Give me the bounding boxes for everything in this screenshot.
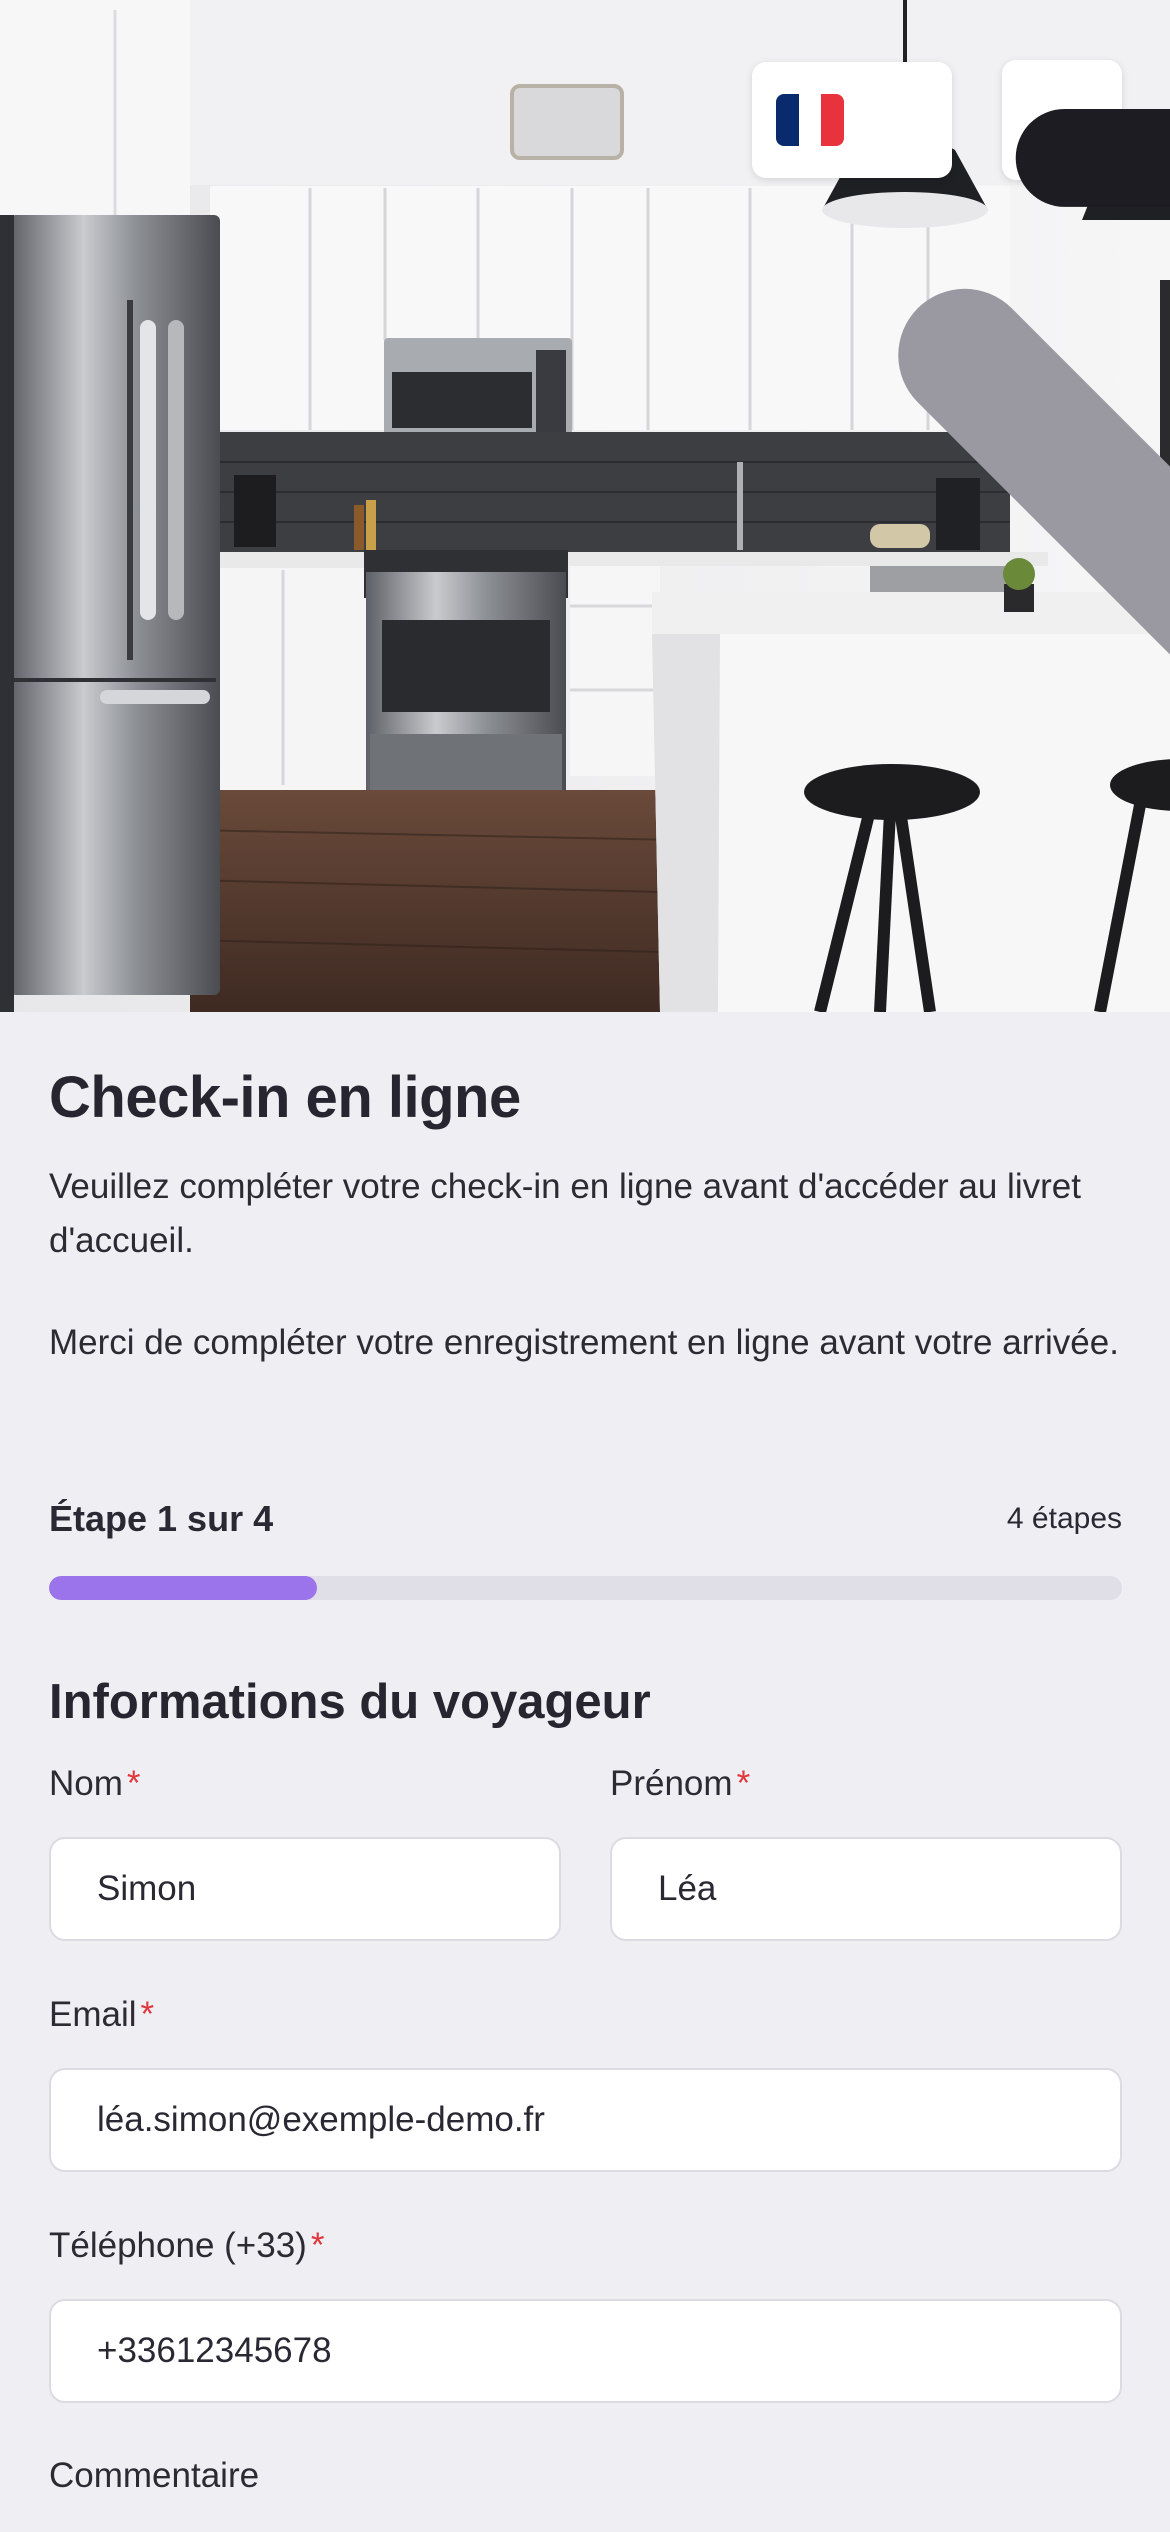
arrival-text: Merci de compléter votre enregistrement … bbox=[49, 1323, 1119, 1362]
telephone-label: Téléphone (+33) * bbox=[49, 2226, 324, 2266]
page-title: Check-in en ligne bbox=[49, 1065, 521, 1130]
email-label-text: Email bbox=[49, 1995, 137, 2034]
telephone-label-text: Téléphone (+33) bbox=[49, 2226, 307, 2265]
prenom-input[interactable]: Léa bbox=[610, 1837, 1122, 1941]
language-selector[interactable] bbox=[752, 62, 1170, 655]
email-value: léa.simon@exemple-demo.fr bbox=[97, 2100, 545, 2139]
steps-total: 4 étapes bbox=[1006, 1502, 1122, 1535]
email-input[interactable]: léa.simon@exemple-demo.fr bbox=[49, 2068, 1122, 2172]
prenom-value: Léa bbox=[658, 1869, 717, 1908]
cart-icon bbox=[1015, 108, 1170, 207]
telephone-input[interactable]: +33612345678 bbox=[49, 2299, 1122, 2403]
nom-label: Nom * bbox=[49, 1764, 141, 1804]
step-indicator: Étape 1 sur 4 bbox=[49, 1498, 274, 1539]
required-marker: * bbox=[310, 2226, 325, 2265]
section-title: Informations du voyageur bbox=[49, 1675, 651, 1729]
hero-image bbox=[0, 0, 1170, 1012]
required-marker: * bbox=[126, 1764, 141, 1803]
intro-text: Veuillez compléter votre check-in en lig… bbox=[49, 1167, 1081, 1260]
prenom-label: Prénom * bbox=[610, 1764, 750, 1804]
commentaire-label-text: Commentaire bbox=[49, 2456, 260, 2495]
progress-bar bbox=[49, 1576, 1122, 1600]
nom-label-text: Nom bbox=[49, 1764, 123, 1803]
email-label: Email * bbox=[49, 1995, 154, 2035]
required-marker: * bbox=[736, 1764, 751, 1803]
nom-input[interactable]: Simon bbox=[49, 1837, 561, 1941]
cart-button[interactable] bbox=[1002, 60, 1170, 207]
nom-value: Simon bbox=[97, 1869, 197, 1908]
commentaire-label: Commentaire bbox=[49, 2456, 259, 2496]
prenom-label-text: Prénom bbox=[610, 1764, 733, 1803]
required-marker: * bbox=[140, 1995, 155, 2034]
telephone-value: +33612345678 bbox=[97, 2331, 332, 2370]
progress-bar-fill bbox=[49, 1576, 318, 1600]
